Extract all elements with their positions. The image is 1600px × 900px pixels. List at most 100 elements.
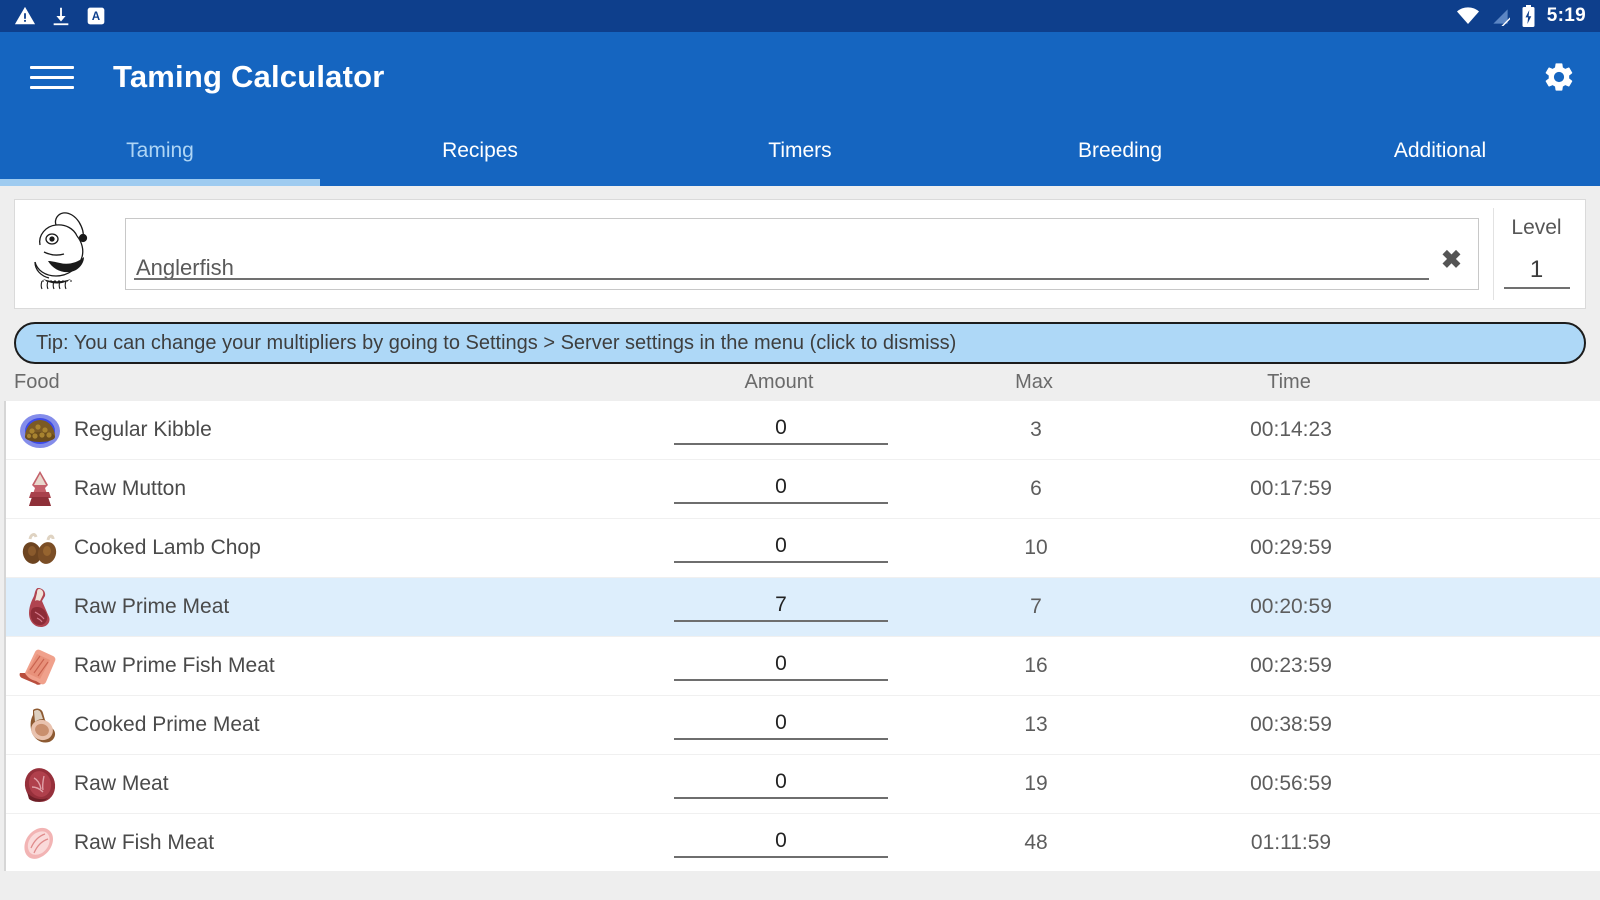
amount-input[interactable]: 0 <box>674 652 888 681</box>
food-cell: Raw Meat <box>16 760 636 808</box>
creature-search-field[interactable]: Anglerfish ✖ <box>125 218 1479 290</box>
amount-cell: 0 <box>636 652 926 681</box>
food-name: Regular Kibble <box>74 418 212 442</box>
status-bar-clock: 5:19 <box>1547 5 1586 27</box>
amount-cell: 0 <box>636 534 926 563</box>
tab-timers[interactable]: Timers <box>640 122 960 186</box>
tab-bar: Taming Recipes Timers Breeding Additiona… <box>0 122 1600 186</box>
time-value: 01:11:59 <box>1146 831 1436 855</box>
raw-prime-meat-icon <box>16 583 64 631</box>
max-value: 48 <box>926 831 1146 855</box>
max-value: 6 <box>926 477 1146 501</box>
tab-breeding[interactable]: Breeding <box>960 122 1280 186</box>
warning-triangle-icon <box>14 5 36 27</box>
a-box-icon: A <box>86 6 106 26</box>
food-table[interactable]: Regular Kibble 0 300:14:23 Raw Mutton 0 600:1… <box>4 401 1600 871</box>
food-cell: Raw Prime Meat <box>16 583 636 631</box>
table-header: Food Amount Max Time <box>0 364 1600 401</box>
battery-charging-icon <box>1521 5 1536 27</box>
table-row[interactable]: Raw Prime Meat7700:20:59 <box>6 578 1600 637</box>
max-value: 10 <box>926 536 1146 560</box>
creature-search-card: Anglerfish ✖ Level 1 <box>14 199 1586 309</box>
time-value: 00:56:59 <box>1146 772 1436 796</box>
max-value: 13 <box>926 713 1146 737</box>
food-cell: Raw Fish Meat <box>16 819 636 867</box>
column-header-time: Time <box>1144 371 1434 394</box>
amount-cell: 7 <box>636 593 926 622</box>
download-icon <box>50 5 72 27</box>
food-cell: Cooked Prime Meat <box>16 701 636 749</box>
page-title: Taming Calculator <box>113 59 385 95</box>
table-row[interactable]: Cooked Prime Meat 0 1300:38:59 <box>6 696 1600 755</box>
tab-recipes[interactable]: Recipes <box>320 122 640 186</box>
level-label: Level <box>1511 216 1561 240</box>
food-name: Cooked Lamb Chop <box>74 536 261 560</box>
food-name: Raw Mutton <box>74 477 186 501</box>
amount-input[interactable]: 0 <box>674 770 888 799</box>
column-header-food: Food <box>14 371 634 394</box>
column-header-max: Max <box>924 371 1144 394</box>
cooked-lamb-chop-icon <box>16 524 64 572</box>
max-value: 19 <box>926 772 1146 796</box>
tab-additional[interactable]: Additional <box>1280 122 1600 186</box>
gear-icon[interactable] <box>1542 60 1576 94</box>
amount-input[interactable]: 7 <box>674 593 888 622</box>
amount-cell: 0 <box>636 711 926 740</box>
search-input[interactable]: Anglerfish <box>134 255 1429 289</box>
food-cell: Raw Mutton <box>16 465 636 513</box>
table-row[interactable]: Raw Mutton 0 600:17:59 <box>6 460 1600 519</box>
time-value: 00:29:59 <box>1146 536 1436 560</box>
cooked-prime-meat-icon <box>16 701 64 749</box>
time-value: 00:20:59 <box>1146 595 1436 619</box>
max-value: 3 <box>926 418 1146 442</box>
svg-text:A: A <box>92 10 101 23</box>
status-bar-left-icons: A <box>14 5 106 27</box>
table-row[interactable]: Raw Fish Meat 0 4801:11:59 <box>6 814 1600 871</box>
status-bar-right-icons: 5:19 <box>1456 5 1586 27</box>
anglerfish-icon <box>25 208 111 300</box>
food-cell: Raw Prime Fish Meat <box>16 642 636 690</box>
amount-input[interactable]: 0 <box>674 475 888 504</box>
max-value: 16 <box>926 654 1146 678</box>
time-value: 00:38:59 <box>1146 713 1436 737</box>
time-value: 00:23:59 <box>1146 654 1436 678</box>
table-row[interactable]: Raw Meat 0 1900:56:59 <box>6 755 1600 814</box>
status-bar: A 5:19 <box>0 0 1600 32</box>
tab-label: Breeding <box>1078 139 1162 163</box>
amount-input[interactable]: 0 <box>674 829 888 858</box>
food-cell: Cooked Lamb Chop <box>16 524 636 572</box>
column-header-amount: Amount <box>634 371 924 394</box>
amount-input[interactable]: 0 <box>674 416 888 445</box>
food-name: Cooked Prime Meat <box>74 713 260 737</box>
tab-label: Recipes <box>442 139 518 163</box>
raw-prime-fish-icon <box>16 642 64 690</box>
raw-fish-meat-icon <box>16 819 64 867</box>
tab-taming[interactable]: Taming <box>0 122 320 186</box>
time-value: 00:14:23 <box>1146 418 1436 442</box>
level-input[interactable]: 1 <box>1504 256 1570 289</box>
raw-mutton-icon <box>16 465 64 513</box>
hamburger-menu-icon[interactable] <box>30 55 74 99</box>
table-row[interactable]: Raw Prime Fish Meat 0 1600:23:59 <box>6 637 1600 696</box>
food-cell: Regular Kibble <box>16 406 636 454</box>
tab-label: Taming <box>126 139 194 163</box>
search-underline <box>134 278 1429 280</box>
regular-kibble-icon <box>16 406 64 454</box>
app-bar: Taming Calculator <box>0 32 1600 122</box>
clear-search-icon[interactable]: ✖ <box>1429 245 1468 289</box>
time-value: 00:17:59 <box>1146 477 1436 501</box>
tip-banner[interactable]: Tip: You can change your multipliers by … <box>14 322 1586 364</box>
amount-cell: 0 <box>636 416 926 445</box>
amount-input[interactable]: 0 <box>674 711 888 740</box>
amount-input[interactable]: 0 <box>674 534 888 563</box>
food-name: Raw Prime Fish Meat <box>74 654 275 678</box>
level-field-group: Level 1 <box>1493 208 1579 300</box>
amount-cell: 0 <box>636 475 926 504</box>
food-name: Raw Fish Meat <box>74 831 214 855</box>
table-row[interactable]: Cooked Lamb Chop 0 1000:29:59 <box>6 519 1600 578</box>
food-name: Raw Meat <box>74 772 169 796</box>
table-row[interactable]: Regular Kibble 0 300:14:23 <box>6 401 1600 460</box>
food-name: Raw Prime Meat <box>74 595 229 619</box>
wifi-icon <box>1456 6 1480 26</box>
tip-text: Tip: You can change your multipliers by … <box>36 332 956 355</box>
